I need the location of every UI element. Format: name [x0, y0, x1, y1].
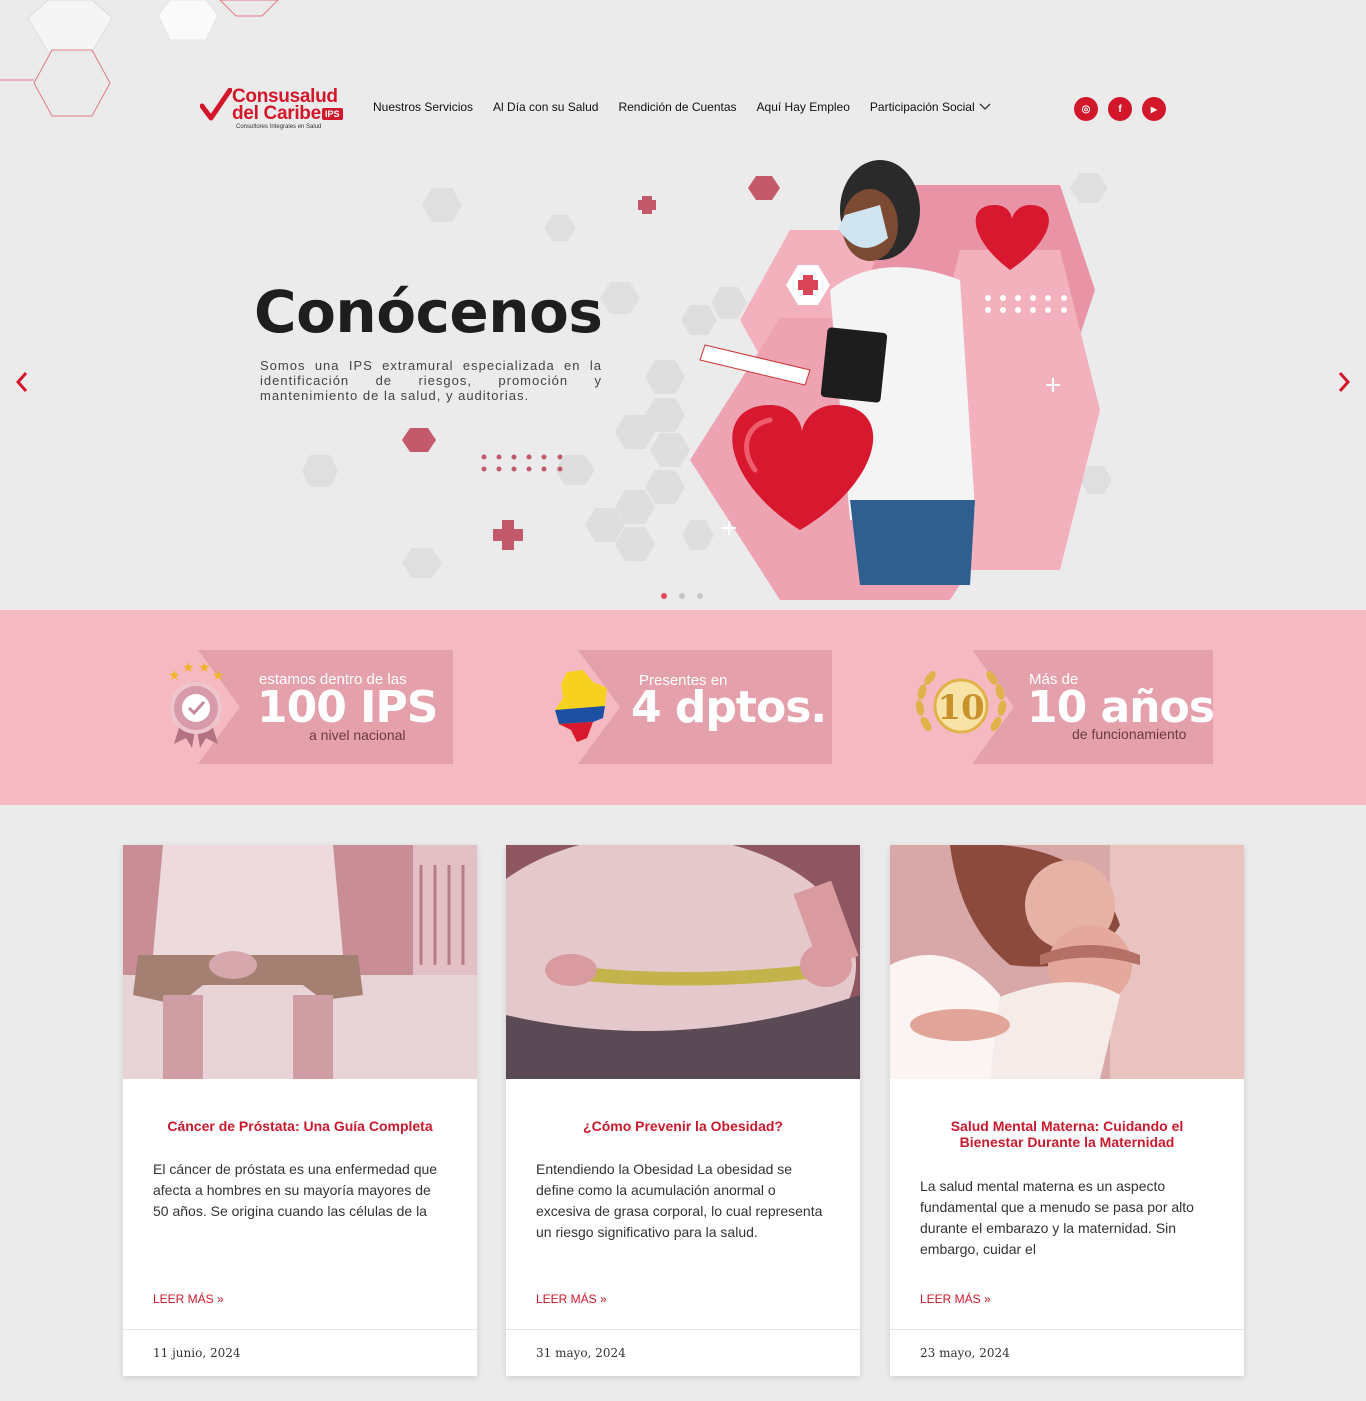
post-date: 23 mayo, 2024 — [920, 1346, 1010, 1360]
post-excerpt: El cáncer de próstata es una enfermedad … — [153, 1161, 438, 1219]
read-more-link[interactable]: LEER MÁS » — [153, 1292, 224, 1306]
stat-big-text: 4 dptos. — [631, 682, 827, 733]
slider-dot-2[interactable] — [679, 593, 685, 599]
svg-text:★: ★ — [182, 662, 195, 676]
post-card: ¿Cómo Prevenir la Obesidad? Entendiendo … — [506, 845, 860, 1376]
stat-ranking: ★ ★ ★ ★ estamos dentro de las 100 IPS a niv… — [160, 650, 455, 764]
nav-item-servicios[interactable]: Nuestros Servicios — [373, 100, 473, 114]
nav-item-salud[interactable]: Al Día con su Salud — [493, 100, 598, 114]
chevron-down-icon — [979, 103, 991, 110]
nav-label: Participación Social — [869, 100, 975, 114]
colombia-map-icon — [555, 670, 607, 742]
post-image-maternal — [890, 845, 1244, 1079]
read-more-link[interactable]: LEER MÁS » — [920, 1292, 991, 1306]
social-links: ◎ f ▶ — [1074, 97, 1166, 121]
main-nav: Nuestros Servicios Al Día con su Salud R… — [373, 100, 991, 114]
stat-big-text: 100 IPS — [257, 682, 438, 733]
hero-slider: Conócenos Somos una IPS extramural espec… — [0, 150, 1366, 610]
slider-prev-arrow[interactable] — [14, 368, 30, 400]
site-logo[interactable]: Consusalud del Caribe IPS Consultores In… — [200, 86, 350, 136]
nav-label: Aquí Hay Empleo — [756, 100, 850, 114]
post-image-prostate — [123, 845, 477, 1079]
card-divider — [506, 1329, 860, 1330]
facebook-icon[interactable]: f — [1108, 97, 1132, 121]
nav-item-empleo[interactable]: Aquí Hay Empleo — [757, 100, 850, 114]
post-excerpt: Entendiendo la Obesidad La obesidad se d… — [536, 1161, 823, 1240]
stats-band: ★ ★ ★ ★ estamos dentro de las 100 IPS a niv… — [0, 610, 1366, 805]
logo-ips-badge: IPS — [322, 108, 343, 120]
nav-item-participacion[interactable]: Participación Social — [870, 100, 991, 114]
nav-label: Rendición de Cuentas — [618, 100, 737, 114]
chevron-left-icon — [15, 372, 28, 392]
svg-text:★: ★ — [168, 668, 181, 684]
read-more-link[interactable]: LEER MÁS » — [536, 1292, 607, 1306]
stat-bottom-text: a nivel nacional — [309, 727, 406, 743]
post-date: 11 junio, 2024 — [153, 1346, 241, 1360]
instagram-icon[interactable]: ◎ — [1074, 97, 1098, 121]
svg-text:★: ★ — [198, 662, 211, 676]
post-excerpt: La salud mental materna es un aspecto fu… — [920, 1178, 1194, 1257]
post-image[interactable] — [506, 845, 860, 1079]
nav-item-rendicion[interactable]: Rendición de Cuentas — [618, 100, 736, 114]
youtube-icon[interactable]: ▶ — [1142, 97, 1166, 121]
slider-next-arrow[interactable] — [1336, 368, 1352, 400]
laurel-10-emblem-icon: 10 — [915, 671, 1007, 734]
checkmark-icon — [200, 88, 232, 121]
slider-pagination — [661, 593, 703, 599]
hero-description: Somos una IPS extramural especializada e… — [260, 358, 602, 403]
chevron-right-icon — [1338, 372, 1351, 392]
post-image-obesity — [506, 845, 860, 1079]
post-date: 31 mayo, 2024 — [536, 1346, 626, 1360]
nav-label: Al Día con su Salud — [493, 100, 599, 114]
post-image[interactable] — [123, 845, 477, 1079]
logo-name-line2: del Caribe — [232, 103, 321, 124]
stat-bottom-text: de funcionamiento — [1072, 726, 1187, 742]
site-header: Consusalud del Caribe IPS Consultores In… — [0, 0, 1366, 150]
stat-years: 10 Más de 10 años de funcionamiento — [912, 650, 1215, 764]
hero-title: Conócenos — [254, 278, 603, 346]
nav-label: Nuestros Servicios — [373, 100, 474, 114]
post-card: Cáncer de Próstata: Una Guía Completa El… — [123, 845, 477, 1376]
stat-departments: Presentes en 4 dptos. — [553, 650, 833, 764]
post-title[interactable]: Cáncer de Próstata: Una Guía Completa — [153, 1118, 447, 1134]
slider-dot-3[interactable] — [697, 593, 703, 599]
emblem-number: 10 — [937, 688, 984, 728]
card-divider — [890, 1329, 1244, 1330]
post-title[interactable]: Salud Mental Materna: Cuidando el Bienes… — [920, 1118, 1214, 1150]
post-title[interactable]: ¿Cómo Prevenir la Obesidad? — [536, 1118, 830, 1134]
award-badge-icon: ★ ★ ★ ★ — [168, 662, 225, 748]
card-divider — [123, 1329, 477, 1330]
slider-dot-1[interactable] — [661, 593, 667, 599]
logo-tagline: Consultores Integrales en Salud — [236, 124, 322, 130]
svg-text:★: ★ — [212, 668, 225, 684]
post-card: Salud Mental Materna: Cuidando el Bienes… — [890, 845, 1244, 1376]
post-image[interactable] — [890, 845, 1244, 1079]
